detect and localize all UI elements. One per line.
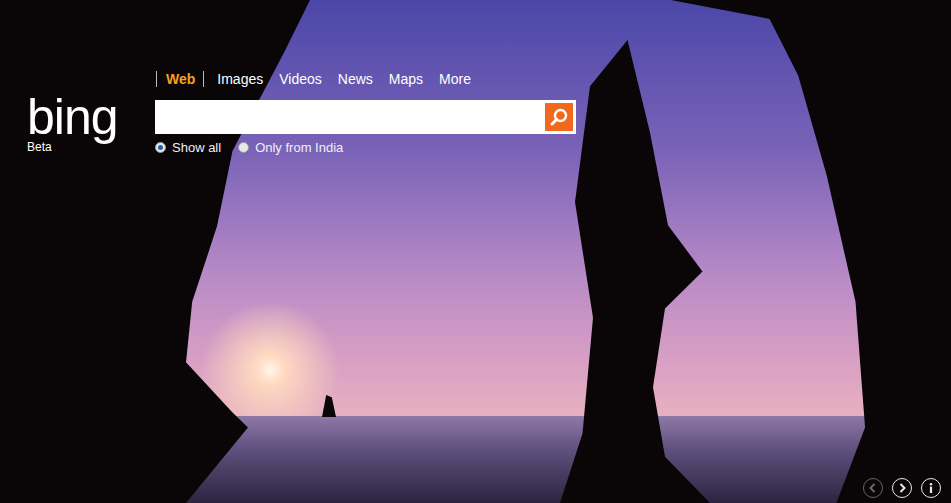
nav-item[interactable]: Images bbox=[217, 71, 263, 87]
chevron-left-icon bbox=[867, 482, 879, 494]
next-button[interactable] bbox=[892, 478, 912, 498]
beta-badge: Beta bbox=[27, 140, 155, 154]
info-icon bbox=[925, 482, 937, 494]
radio-button[interactable] bbox=[155, 142, 166, 153]
slide-controls bbox=[863, 478, 941, 498]
search-button[interactable] bbox=[545, 103, 573, 131]
bing-homepage: bing Beta Web Images Videos News Maps More Sh… bbox=[0, 0, 951, 503]
nav-item[interactable]: News bbox=[338, 71, 373, 87]
logo-text[interactable]: bing bbox=[27, 92, 155, 142]
magnifier-icon bbox=[549, 107, 569, 127]
nav-bar: Web Images Videos News Maps More bbox=[155, 69, 576, 89]
search-box bbox=[155, 100, 576, 134]
prev-button[interactable] bbox=[863, 478, 883, 498]
search-input[interactable] bbox=[161, 107, 545, 127]
nav-item[interactable]: Maps bbox=[389, 71, 423, 87]
search-scope: Show all Only from India bbox=[155, 140, 576, 155]
chevron-right-icon bbox=[896, 482, 908, 494]
background-photo bbox=[0, 0, 951, 503]
nav-item[interactable]: More bbox=[439, 71, 471, 87]
info-button[interactable] bbox=[921, 478, 941, 498]
logo[interactable]: bing Beta bbox=[0, 0, 155, 154]
nav-item[interactable]: Web bbox=[156, 71, 204, 87]
radio-button[interactable] bbox=[238, 142, 249, 153]
scope-option[interactable]: Only from India bbox=[238, 140, 343, 155]
nav-item[interactable]: Videos bbox=[279, 71, 322, 87]
scope-option[interactable]: Show all bbox=[155, 140, 221, 155]
